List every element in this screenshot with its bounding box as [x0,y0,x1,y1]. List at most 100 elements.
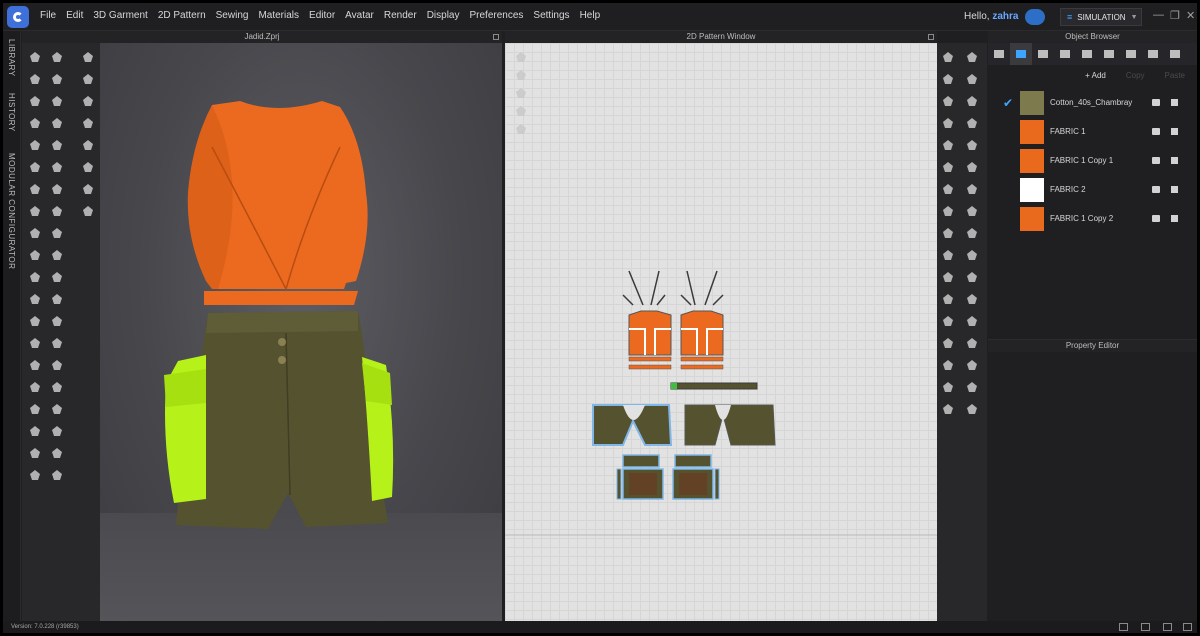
3d-tool-icon[interactable] [50,315,64,327]
pattern-view-tool-icon[interactable] [514,87,528,99]
3d-tool-icon[interactable] [28,95,42,107]
3d-tool-icon[interactable] [50,249,64,261]
3d-tool-icon[interactable] [50,337,64,349]
3d-tool-icon[interactable] [50,205,64,217]
fabric-apply-icon[interactable] [1152,215,1160,222]
3d-tool-icon[interactable] [28,469,42,481]
fabric-apply-icon[interactable] [1152,157,1160,164]
2d-tool-icon[interactable] [965,359,979,371]
3d-tool-icon[interactable] [28,227,42,239]
menu-editor[interactable]: Editor [304,10,340,21]
2d-tool-icon[interactable] [941,403,955,415]
fabric-list-item[interactable]: FABRIC 1 Copy 1 [988,147,1197,176]
3d-viewport[interactable] [100,43,502,621]
3d-tool-icon[interactable] [50,447,64,459]
3d-tool-icon[interactable] [50,183,64,195]
fabric-swatch[interactable] [1020,207,1044,231]
2d-tool-icon[interactable] [965,293,979,305]
2d-tool-icon[interactable] [965,51,979,63]
3d-tool-icon[interactable] [50,359,64,371]
2d-tool-icon[interactable] [965,249,979,261]
display-tool-icon[interactable] [81,183,95,195]
3d-tool-icon[interactable] [28,271,42,283]
2d-tool-icon[interactable] [941,249,955,261]
2d-tool-icon[interactable] [965,271,979,283]
fabric-menu-icon[interactable] [1171,215,1178,222]
fabric-apply-icon[interactable] [1152,186,1160,193]
2d-tool-icon[interactable] [965,381,979,393]
pattern-tab[interactable] [1032,43,1054,65]
fabric-swatch[interactable] [1020,91,1044,115]
2d-tool-icon[interactable] [941,95,955,107]
3d-tool-icon[interactable] [28,447,42,459]
2d-tool-icon[interactable] [941,293,955,305]
3d-tool-icon[interactable] [50,95,64,107]
username[interactable]: zahra [992,11,1018,22]
3d-tool-icon[interactable] [28,403,42,415]
menu-help[interactable]: Help [575,10,606,21]
2d-tool-icon[interactable] [941,315,955,327]
trim-tab[interactable] [1098,43,1120,65]
fabric-apply-icon[interactable] [1152,99,1160,106]
2d-tool-icon[interactable] [965,205,979,217]
rail-history[interactable]: HISTORY [7,93,16,132]
3d-tool-icon[interactable] [50,73,64,85]
2d-tool-icon[interactable] [941,381,955,393]
menu-sewing[interactable]: Sewing [211,10,254,21]
fabric-apply-icon[interactable] [1152,128,1160,135]
display-tool-icon[interactable] [81,73,95,85]
window-icon[interactable] [1141,623,1150,631]
close-icon[interactable]: ✕ [1186,9,1195,22]
2d-tool-icon[interactable] [941,337,955,349]
2d-tool-icon[interactable] [965,73,979,85]
fabric-tab[interactable] [1010,43,1032,65]
3d-tool-icon[interactable] [50,403,64,415]
2d-tool-icon[interactable] [965,161,979,173]
2d-tool-icon[interactable] [941,205,955,217]
2d-tool-icon[interactable] [941,227,955,239]
2d-tool-icon[interactable] [941,117,955,129]
3d-tool-icon[interactable] [28,425,42,437]
menu-settings[interactable]: Settings [528,10,574,21]
display-tool-icon[interactable] [81,117,95,129]
pattern-view-tool-icon[interactable] [514,123,528,135]
fabric-list-item[interactable]: ✔ Cotton_40s_Chambray [988,89,1197,118]
avatar-tab[interactable] [1142,43,1164,65]
fabric-menu-icon[interactable] [1171,128,1178,135]
fabric-menu-icon[interactable] [1171,186,1178,193]
pattern-view-tool-icon[interactable] [514,51,528,63]
2d-tool-icon[interactable] [941,359,955,371]
3d-tool-icon[interactable] [28,73,42,85]
2d-tool-icon[interactable] [941,271,955,283]
2d-tool-icon[interactable] [965,403,979,415]
3d-tool-icon[interactable] [28,359,42,371]
graphic-tab[interactable] [1120,43,1142,65]
list-view-tab[interactable] [988,43,1010,65]
3d-tool-icon[interactable] [50,117,64,129]
menu-file[interactable]: File [35,10,61,21]
3d-tool-icon[interactable] [50,469,64,481]
menu-avatar[interactable]: Avatar [340,10,379,21]
3d-tool-icon[interactable] [28,293,42,305]
2d-tool-icon[interactable] [941,139,955,151]
2d-tool-icon[interactable] [965,183,979,195]
display-tool-icon[interactable] [81,205,95,217]
3d-tool-icon[interactable] [28,139,42,151]
app-logo-icon[interactable] [7,6,29,28]
fabric-swatch[interactable] [1020,178,1044,202]
display-tool-icon[interactable] [81,139,95,151]
3d-tool-icon[interactable] [50,139,64,151]
3d-tool-icon[interactable] [50,381,64,393]
menu-display[interactable]: Display [422,10,465,21]
add-button[interactable]: + Add [1085,71,1106,85]
3d-tool-icon[interactable] [28,161,42,173]
2d-tool-icon[interactable] [941,51,955,63]
3d-tool-icon[interactable] [28,183,42,195]
2d-tool-icon[interactable] [941,161,955,173]
undock-icon[interactable] [928,34,934,40]
2d-tool-icon[interactable] [965,139,979,151]
fabric-menu-icon[interactable] [1171,99,1178,106]
display-tool-icon[interactable] [81,51,95,63]
display-tool-icon[interactable] [81,161,95,173]
3d-tool-icon[interactable] [28,381,42,393]
